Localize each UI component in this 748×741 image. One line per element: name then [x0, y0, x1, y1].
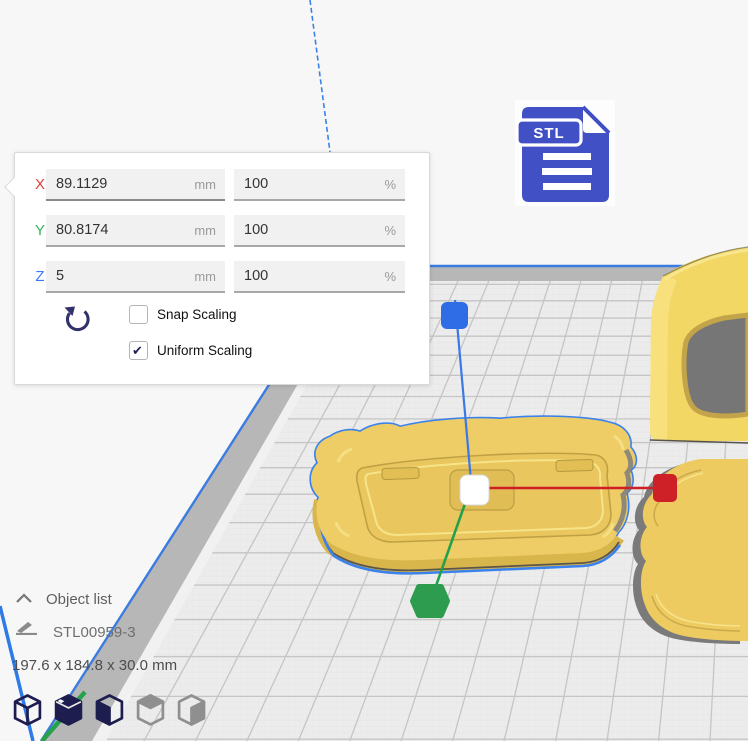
view-right-icon[interactable]	[176, 692, 207, 730]
snap-scaling-label: Snap Scaling	[157, 307, 237, 322]
x-percent-input[interactable]: 100 %	[234, 169, 405, 201]
scale-tool-panel: X 89.1129 mm 100 % Y 80.8174 mm 100 % Z	[14, 152, 430, 385]
reset-arrow-icon	[63, 306, 91, 334]
reset-scale-button[interactable]	[63, 306, 91, 334]
z-percent-input[interactable]: 100 %	[234, 261, 405, 293]
object-list-header[interactable]: Object list	[46, 591, 112, 608]
gizmo-z-handle[interactable]	[441, 302, 468, 329]
pencil-icon	[14, 621, 40, 635]
stl-file-icon: STL	[515, 100, 615, 206]
y-size-input[interactable]: 80.8174 mm	[46, 215, 225, 247]
origin-z-axis-line	[310, 0, 330, 152]
snap-scaling-checkbox[interactable]	[129, 305, 148, 324]
object-list-item[interactable]: STL00959-3	[53, 624, 136, 641]
view-3d-icon[interactable]	[12, 692, 43, 730]
view-left-icon[interactable]	[94, 692, 125, 730]
uniform-scaling-checkbox[interactable]: ✔	[129, 341, 148, 360]
scale-row-z: Z 5 mm 100 %	[15, 261, 429, 293]
view-front-icon[interactable]	[53, 692, 84, 730]
model-dimensions: 197.6 x 184.8 x 30.0 mm	[12, 657, 177, 674]
gizmo-y-handle[interactable]	[413, 587, 447, 615]
z-size-input[interactable]: 5 mm	[46, 261, 225, 293]
scale-row-y: Y 80.8174 mm 100 %	[15, 215, 429, 247]
checkmark-icon: ✔	[132, 342, 143, 360]
gizmo-x-handle[interactable]	[653, 474, 677, 502]
camera-view-toolbar	[12, 692, 207, 732]
view-top-icon[interactable]	[135, 692, 166, 730]
gizmo-center-handle[interactable]	[460, 475, 489, 505]
uniform-scaling-label: Uniform Scaling	[157, 343, 252, 358]
stl-badge-text: STL	[533, 125, 564, 142]
model-cookie-cutter[interactable]	[650, 247, 748, 443]
model-bread-unselected[interactable]	[632, 459, 748, 644]
y-percent-input[interactable]: 100 %	[234, 215, 405, 247]
x-size-input[interactable]: 89.1129 mm	[46, 169, 225, 201]
scale-row-x: X 89.1129 mm 100 %	[15, 169, 429, 201]
cura-viewport: STL X 89.1129 mm 100 % Y 80.8174 mm	[0, 0, 748, 741]
chevron-up-icon[interactable]	[14, 591, 34, 605]
